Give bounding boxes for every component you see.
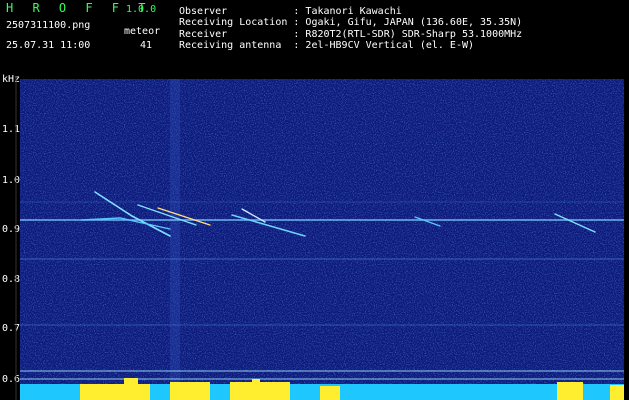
observer-line: Observer : Takanori Kawachi (179, 6, 402, 17)
receiver-line: Receiver : R820T2(RTL-SDR) SDR-Sharp 53.… (179, 29, 523, 40)
date-time: 25.07.31 11:00 (6, 40, 91, 51)
antenna-line: Receiving antenna : 2el-HB9CV Vertical (… (179, 40, 475, 51)
meteor-count: 41 (140, 40, 153, 51)
app-version: 1.0.0 (126, 4, 157, 15)
meteor-label: meteor (124, 26, 161, 37)
location-line: Receiving Location : Ogaki, Gifu, JAPAN … (179, 17, 523, 28)
spectrogram (20, 79, 624, 400)
spectrogram-canvas (20, 79, 624, 400)
header-panel: H R O F F T 1.0.0 2507311100.png meteor … (0, 0, 629, 74)
y-axis-ticks (15, 76, 17, 400)
file-name: 2507311100.png (6, 20, 91, 31)
